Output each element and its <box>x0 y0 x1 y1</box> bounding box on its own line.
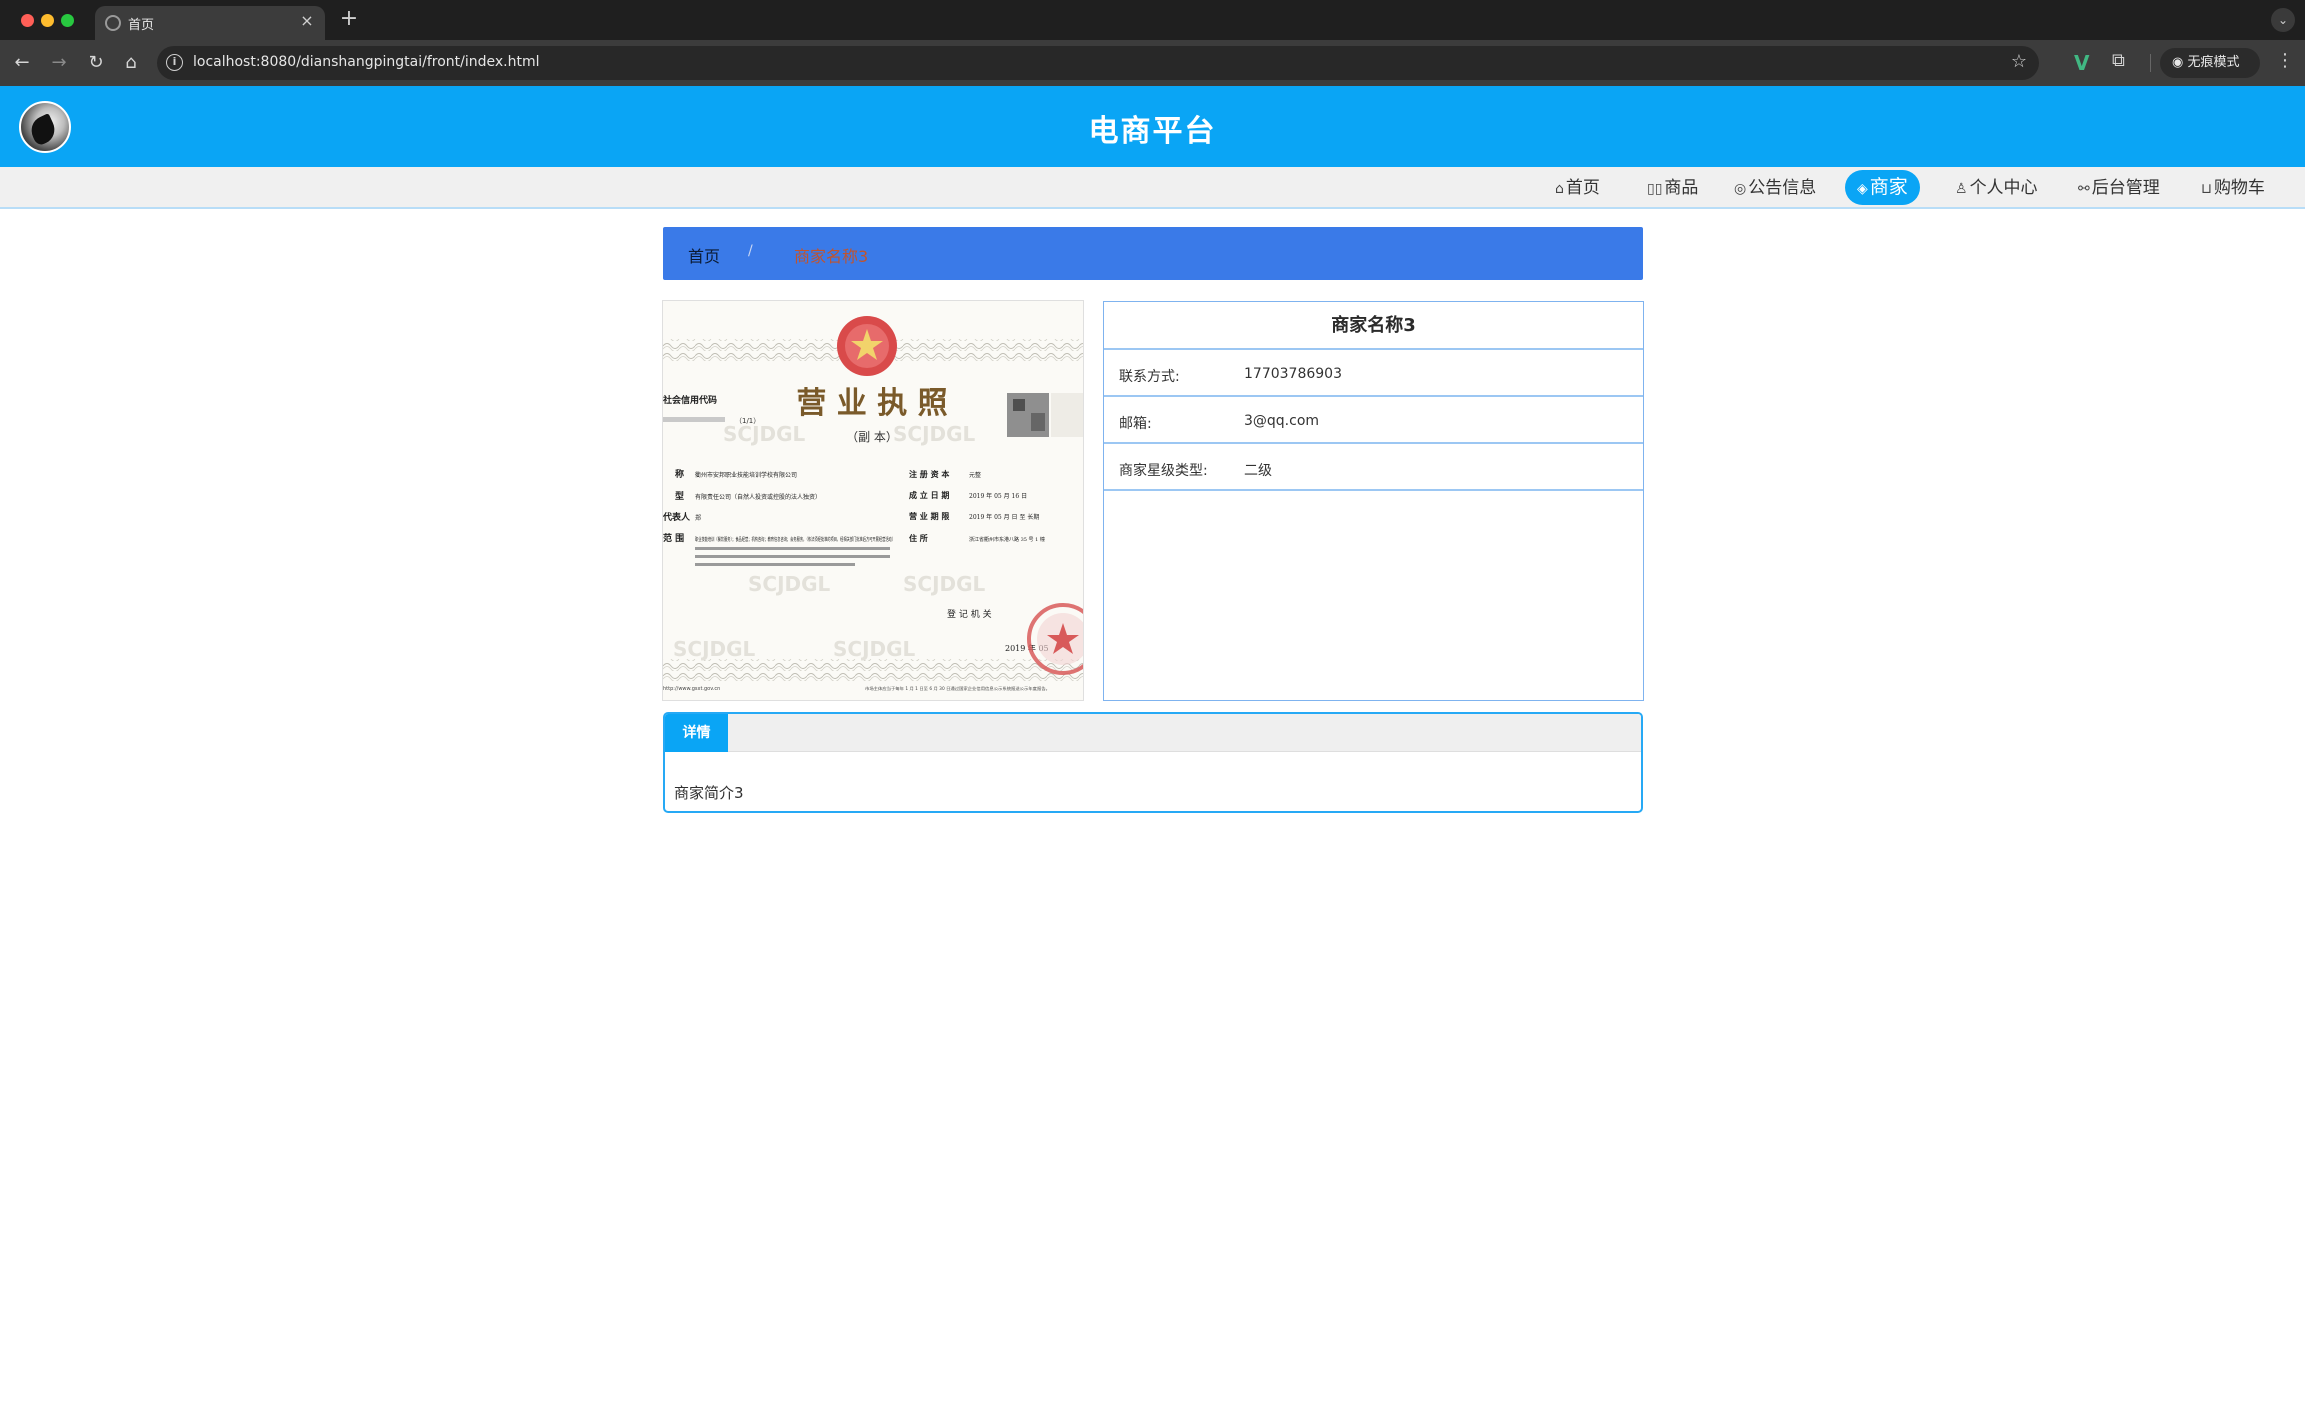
license-field-label: 成 立 日 期 <box>909 490 949 500</box>
license-heading: 营 业 执 照 <box>796 386 947 421</box>
merchant-name: 商家名称3 <box>1104 302 1643 350</box>
license-field-label: 代表人 <box>663 511 691 523</box>
nav-item-home[interactable]: ⌂ 首页 <box>1555 175 1600 201</box>
site-header: 电商平台 <box>0 86 2305 167</box>
tab-detail[interactable]: 详情 <box>665 714 728 752</box>
user-icon: ♙ <box>1955 181 1968 197</box>
license-watermark: SCJDGL <box>893 422 976 446</box>
info-label: 联系方式: <box>1119 369 1180 385</box>
breadcrumb-home-link[interactable]: 首页 <box>688 243 720 267</box>
browser-toolbar: ← → ↻ ⌂ i localhost:8080/dianshangpingta… <box>0 40 2305 86</box>
nav-label: 首页 <box>1565 178 1600 198</box>
url-text[interactable]: localhost:8080/dianshangpingtai/front/in… <box>193 54 540 70</box>
license-field-value: 2019 年 05 月 16 日 <box>969 492 1027 500</box>
nav-label: 商家 <box>1869 176 1908 198</box>
license-field-label: 住 所 <box>909 533 928 543</box>
business-license-image: SCJDGL SCJDGL SCJDGL SCJDGL SCJDGL SCJDG… <box>662 300 1084 701</box>
license-field-label: 型 <box>675 490 684 502</box>
license-field-label: 注 册 资 本 <box>909 469 949 479</box>
window-close-button[interactable] <box>21 14 34 27</box>
window-zoom-button[interactable] <box>61 14 74 27</box>
nav-label: 后台管理 <box>2091 178 2160 198</box>
detail-panel: 详情 商家简介3 <box>663 712 1643 813</box>
globe-icon <box>105 15 121 31</box>
address-bar[interactable]: i localhost:8080/dianshangpingtai/front/… <box>157 46 2039 80</box>
browser-tab-strip: 首页 × + ⌄ <box>0 0 2305 40</box>
merchant-icon: ◈ <box>1857 181 1868 197</box>
license-copy-no: （1/1） <box>735 417 760 425</box>
new-tab-button[interactable]: + <box>337 7 361 31</box>
window-minimize-button[interactable] <box>41 14 54 27</box>
browser-menu-icon[interactable]: ⋮ <box>2276 50 2294 71</box>
tab-search-chevron-icon[interactable]: ⌄ <box>2271 8 2295 32</box>
info-label: 邮箱: <box>1119 416 1152 432</box>
license-watermark: SCJDGL <box>723 422 806 446</box>
link-icon: ⚯ <box>2078 181 2090 197</box>
detail-tab-bar: 详情 <box>665 714 1641 752</box>
info-row-star-level: 商家星级类型: 二级 <box>1104 444 1643 491</box>
license-field-value: 衢州市安邦职业技能培训学校有限公司 <box>695 471 797 479</box>
nav-item-goods[interactable]: ▯▯ 商品 <box>1647 175 1698 201</box>
incognito-label: 无痕模式 <box>2187 55 2240 70</box>
reload-icon[interactable]: ↻ <box>84 51 108 75</box>
license-field-value: 浙江省衢州市东港八路 35 号 1 幢 <box>969 536 1045 543</box>
license-field-value: 有限责任公司（自然人投资或控股的法人独资） <box>695 493 821 501</box>
notice-icon: ◎ <box>1734 181 1747 197</box>
back-arrow-icon[interactable]: ← <box>10 51 34 75</box>
nav-item-merchant[interactable]: ◈ 商家 <box>1845 170 1920 205</box>
license-field-label: 称 <box>675 468 684 480</box>
site-info-icon[interactable]: i <box>166 54 183 71</box>
nav-item-admin[interactable]: ⚯ 后台管理 <box>2078 175 2160 201</box>
info-row-email: 邮箱: 3@qq.com <box>1104 397 1643 444</box>
license-watermark: SCJDGL <box>903 572 986 596</box>
nav-label: 公告信息 <box>1748 178 1817 198</box>
info-value: 二级 <box>1244 463 1272 479</box>
cart-icon: ⊔ <box>2201 181 2212 197</box>
merchant-info-panel: 商家名称3 联系方式: 17703786903 邮箱: 3@qq.com 商家星… <box>1103 301 1644 701</box>
info-label: 商家星级类型: <box>1119 463 1208 479</box>
nav-item-cart[interactable]: ⊔ 购物车 <box>2201 175 2265 201</box>
nav-label: 商品 <box>1664 178 1699 198</box>
forward-arrow-icon[interactable]: → <box>47 51 71 75</box>
nav-item-profile[interactable]: ♙ 个人中心 <box>1955 175 2038 201</box>
bookmark-star-icon[interactable]: ☆ <box>2011 51 2027 72</box>
license-subheading: （副 本） <box>846 430 898 444</box>
home-button-icon[interactable]: ⌂ <box>119 51 143 75</box>
license-field-value: 2019 年 05 月 日 至 长期 <box>969 513 1039 521</box>
license-footer-note: 市场主体应当于每年 1 月 1 日至 6 月 30 日通过国家企业信用信息公示系… <box>865 685 1050 691</box>
license-field-label: 营 业 期 限 <box>909 511 949 521</box>
license-field-value: 职业技能培训（餐饮服务）；食品经营；机构咨询；教育信息咨询；会务服务。（依法须经… <box>695 536 895 543</box>
breadcrumb-current: 商家名称3 <box>794 247 869 266</box>
info-value: 3@qq.com <box>1244 413 1320 429</box>
site-title: 电商平台 <box>1088 114 1217 149</box>
license-field-value: 郑 <box>695 514 701 522</box>
license-watermark: SCJDGL <box>673 637 756 661</box>
breadcrumb: 首页 / 商家名称3 <box>663 227 1643 280</box>
main-nav: ⌂ 首页 ▯▯ 商品 ◎ 公告信息 ◈ 商家 ♙ 个人中心 ⚯ 后台管理 ⊔ 购物车 <box>0 167 2305 209</box>
license-watermark: SCJDGL <box>748 572 831 596</box>
extensions-puzzle-icon[interactable]: ⧉ <box>2112 50 2125 71</box>
info-value: 17703786903 <box>1244 366 1342 382</box>
toolbar-divider <box>2150 54 2151 72</box>
license-field-value: 元整 <box>969 471 981 479</box>
license-credit-label: 社会信用代码 <box>663 394 717 406</box>
vue-devtools-icon[interactable]: V <box>2074 51 2089 75</box>
incognito-badge[interactable]: ◉ 无痕模式 <box>2160 48 2260 78</box>
license-watermark: SCJDGL <box>833 637 916 661</box>
info-row-contact: 联系方式: 17703786903 <box>1104 350 1643 397</box>
nav-label: 购物车 <box>2213 178 2265 198</box>
license-footer-link: http://www.gsxt.gov.cn <box>663 686 720 692</box>
tab-title: 首页 <box>128 18 155 33</box>
incognito-icon: ◉ <box>2172 55 2188 70</box>
merchant-description: 商家简介3 <box>674 784 744 802</box>
nav-item-notice[interactable]: ◎ 公告信息 <box>1734 175 1816 201</box>
nav-label: 个人中心 <box>1969 178 2038 198</box>
home-icon: ⌂ <box>1555 181 1564 197</box>
goods-icon: ▯▯ <box>1647 181 1663 197</box>
license-field-label: 范 围 <box>663 532 684 544</box>
breadcrumb-separator: / <box>748 243 753 259</box>
browser-tab[interactable]: 首页 × <box>95 6 325 40</box>
license-authority: 登 记 机 关 <box>947 608 992 620</box>
tab-close-icon[interactable]: × <box>298 12 316 30</box>
